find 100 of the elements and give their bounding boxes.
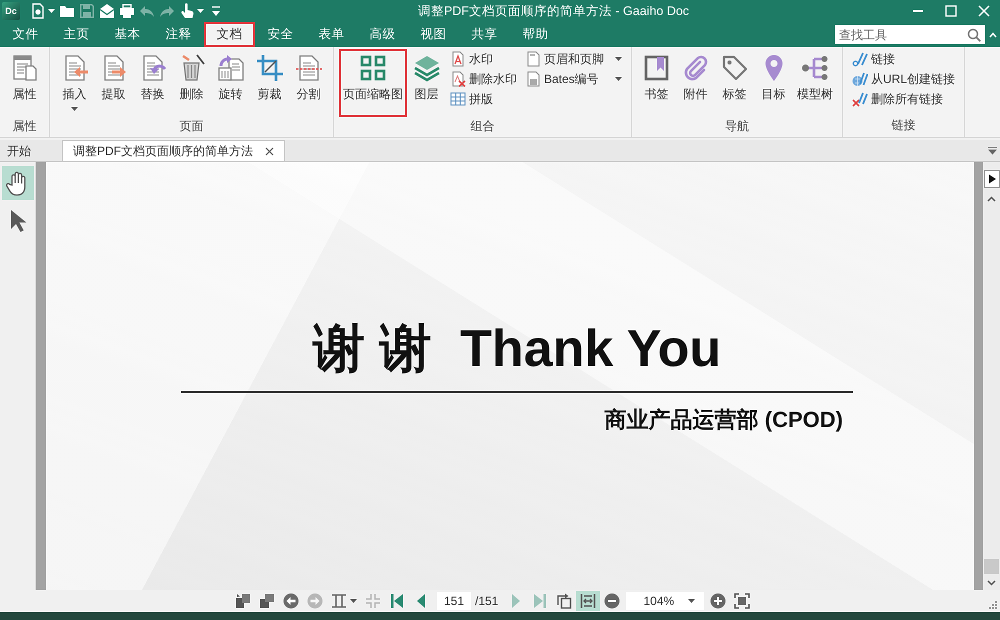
menu-tab[interactable]: 注释 xyxy=(153,22,204,47)
full-screen-icon xyxy=(734,593,750,609)
menu-tab[interactable]: 帮助 xyxy=(510,22,561,47)
fit-height-icon xyxy=(331,593,347,609)
ribbon-button[interactable]: 旋转 xyxy=(211,49,250,117)
scrollbar-thumb[interactable] xyxy=(984,559,999,574)
link-icon xyxy=(852,51,868,67)
page-split-icon xyxy=(294,54,322,82)
hand-tool-button[interactable] xyxy=(2,166,34,200)
close-icon[interactable] xyxy=(265,146,274,156)
printer-icon xyxy=(119,3,135,19)
tag-icon xyxy=(720,54,748,82)
resize-grip-icon[interactable] xyxy=(989,601,997,609)
zoom-out-icon xyxy=(604,593,620,609)
back-icon xyxy=(283,593,299,609)
ribbon-small-button[interactable]: 删除所有链接 xyxy=(848,89,960,109)
ribbon-button[interactable]: 页面缩略图 xyxy=(339,49,407,117)
ribbon-button[interactable]: 替换 xyxy=(133,49,172,117)
ribbon-small-button[interactable]: 删除水印 xyxy=(446,69,521,89)
grid-icon xyxy=(359,54,387,82)
menu-tab[interactable]: 共享 xyxy=(459,22,510,47)
ribbon-button[interactable]: 插入 xyxy=(55,49,94,117)
ribbon-small-button[interactable]: 从URL创建链接 xyxy=(848,69,960,89)
minimize-icon xyxy=(912,10,922,12)
ribbon-button[interactable]: 附件 xyxy=(676,49,715,117)
zoom-field[interactable]: 104% xyxy=(626,592,704,610)
forward-icon xyxy=(307,593,323,609)
maximize-icon xyxy=(944,5,956,17)
printer-button[interactable] xyxy=(117,1,137,21)
ribbon-button[interactable]: 属性 xyxy=(5,49,44,117)
document-tab[interactable]: 开始 xyxy=(0,140,60,161)
ribbon-button[interactable]: 模型树 xyxy=(793,49,837,117)
panel-toggle-button[interactable] xyxy=(984,170,1000,188)
close-icon xyxy=(978,5,990,17)
group-label: 属性 xyxy=(12,118,38,135)
page-number-field[interactable]: 151 xyxy=(437,592,471,610)
menu-tab[interactable]: 视图 xyxy=(408,22,459,47)
watermark-icon xyxy=(450,51,466,67)
window-title: 调整PDF文档页面顺序的简单方法 - Gaaiho Doc xyxy=(416,2,690,20)
first-page-icon xyxy=(389,593,405,609)
shrink-icon xyxy=(365,593,381,609)
page-heading: 谢 谢 Thank You xyxy=(312,319,722,379)
ribbon-button[interactable]: 剪裁 xyxy=(250,49,289,117)
menu-tab[interactable]: 高级 xyxy=(357,22,408,47)
scroll-down-icon[interactable] xyxy=(987,580,996,586)
caret-down-icon xyxy=(988,146,996,155)
document-icon xyxy=(10,54,38,82)
globe-link-icon xyxy=(852,71,868,87)
ribbon-button[interactable]: 书签 xyxy=(637,49,676,117)
menu-tab[interactable]: 安全 xyxy=(255,22,306,47)
page-stack-icon xyxy=(259,593,275,609)
envelope-icon xyxy=(99,3,115,19)
ribbon-small-button[interactable]: 链接 xyxy=(848,49,960,69)
group-label: 组合 xyxy=(470,118,496,135)
menu-tab[interactable]: 表单 xyxy=(306,22,357,47)
ribbon-button[interactable]: 标签 xyxy=(715,49,754,117)
rotate-pages-icon xyxy=(216,54,244,82)
caret-up-icon xyxy=(988,30,996,38)
folder-icon xyxy=(59,3,75,19)
fit-width-icon xyxy=(580,593,596,609)
page-subtitle: 商业产品运营部 (CPOD) xyxy=(604,406,843,434)
layers-icon xyxy=(412,54,440,82)
ribbon-button[interactable]: 提取 xyxy=(94,49,133,117)
ribbon-small-button[interactable]: 水印 xyxy=(446,49,521,69)
ribbon-small-button[interactable]: Bates编号 xyxy=(521,69,626,89)
save-icon xyxy=(79,3,95,19)
paperclip-icon xyxy=(682,54,710,82)
tree-icon xyxy=(801,54,829,82)
group-label: 导航 xyxy=(724,118,750,135)
menu-tab[interactable]: 文档 xyxy=(204,22,255,47)
grid-layout-icon xyxy=(450,91,466,107)
remove-watermark-icon xyxy=(450,71,466,87)
ribbon-button[interactable]: 目标 xyxy=(754,49,793,117)
envelope-button[interactable] xyxy=(97,1,117,21)
scroll-up-icon[interactable] xyxy=(987,196,996,202)
menu-tab[interactable]: 主页 xyxy=(51,22,102,47)
search-field[interactable]: 查找工具 xyxy=(835,25,985,44)
pointing-hand-icon xyxy=(179,3,195,19)
ribbon-small-button[interactable]: 拼版 xyxy=(446,89,521,109)
ribbon-small-button[interactable]: 页眉和页脚 xyxy=(521,49,626,69)
menu-tab[interactable]: 文件 xyxy=(0,22,51,47)
two-pages-icon xyxy=(235,593,251,609)
group-label: 链接 xyxy=(890,117,916,134)
fit-width-button[interactable] xyxy=(576,591,600,611)
ribbon-button[interactable]: 删除 xyxy=(172,49,211,117)
bookmark-icon xyxy=(642,54,670,82)
ribbon-button[interactable]: 分割 xyxy=(289,49,328,117)
last-page-icon xyxy=(532,593,548,609)
page-header-icon xyxy=(525,51,541,67)
ribbon-button[interactable]: 图层 xyxy=(407,49,446,117)
document-tab[interactable]: 调整PDF文档页面顺序的简单方法 xyxy=(62,140,285,161)
app-logo: Dc xyxy=(2,2,20,20)
new-document-icon xyxy=(30,3,46,19)
triangle-right-icon xyxy=(986,174,996,184)
menu-tab[interactable]: 基本 xyxy=(102,22,153,47)
rotate-page-icon xyxy=(556,593,572,609)
caret-icon xyxy=(688,599,696,603)
zoom-in-icon xyxy=(710,593,726,609)
page-count: /151 xyxy=(475,594,498,608)
group-label: 页面 xyxy=(178,118,204,135)
